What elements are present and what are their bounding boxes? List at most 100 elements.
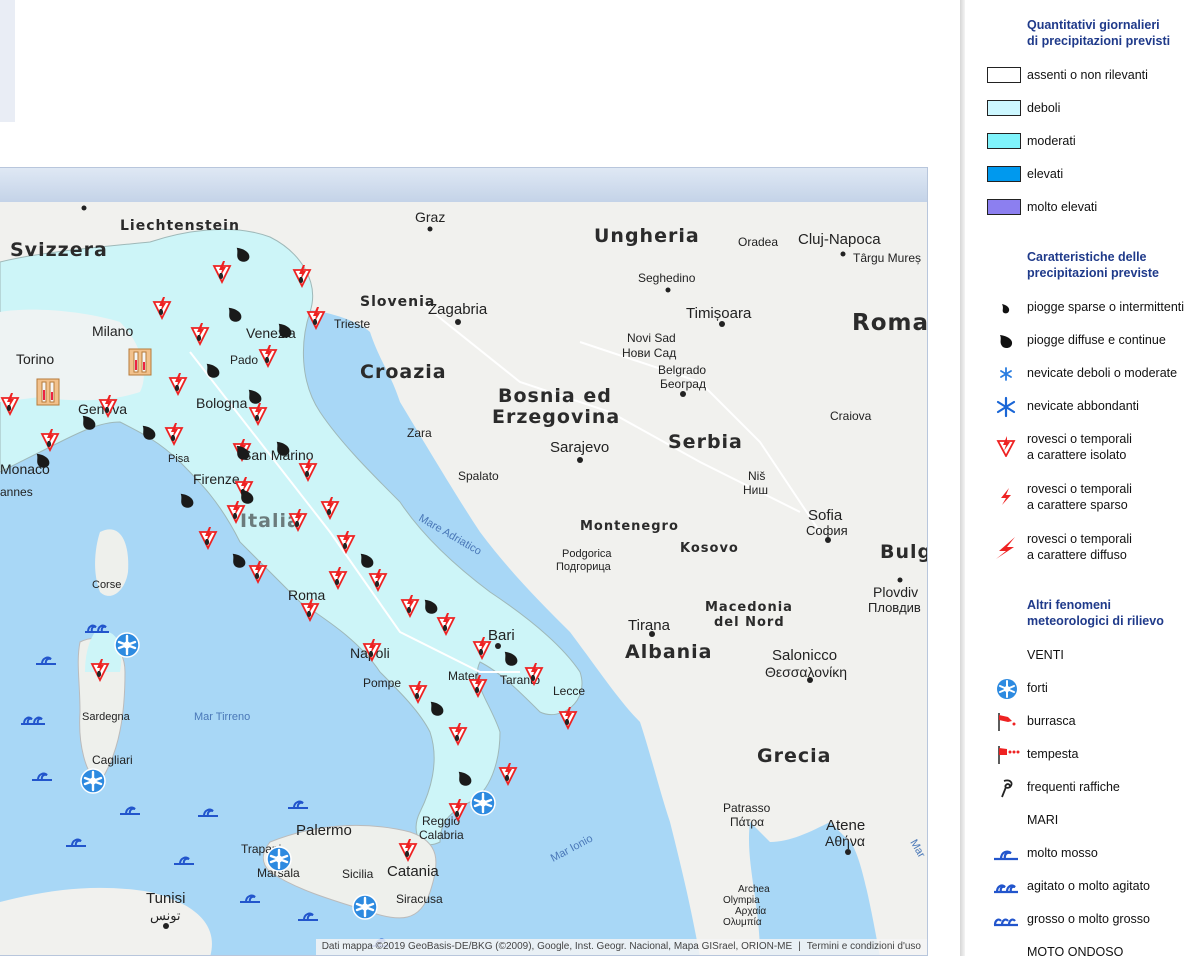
city-oradea: Oradea: [738, 235, 778, 249]
label-grecia: Grecia: [757, 745, 831, 767]
city-nis-1: Niš: [748, 469, 765, 483]
strong-wind-icon: [997, 679, 1017, 699]
legend-row-widespread-rain: piogge diffuse e continue: [985, 332, 1200, 365]
city-reggio-1: Reggio: [422, 814, 460, 828]
city-graz: Graz: [415, 209, 445, 225]
storm-windsock-icon: [998, 746, 1020, 764]
city-siracusa: Siracusa: [396, 892, 443, 906]
attribution-text: Dati mappa ©2019 GeoBasis-DE/BKG (©2009)…: [321, 941, 793, 952]
city-trieste: Trieste: [334, 317, 371, 331]
city-tunisi-2: تونس: [150, 908, 181, 924]
scattered-thunderstorm-icon: [1001, 488, 1011, 505]
city-padova: Pado: [230, 353, 258, 367]
legend-mari-title: MARI: [1027, 813, 1059, 827]
legend-row-weak: deboli: [985, 100, 1200, 133]
city-pisa: Pisa: [168, 453, 190, 465]
city-nis-2: Ниш: [743, 483, 768, 497]
legend-venti-title: VENTI: [1027, 648, 1064, 662]
legend-row-light-snow: nevicate deboli o moderate: [985, 365, 1200, 398]
city-roma: Roma: [288, 587, 326, 603]
legend-row-isolated-storm: rovesci o temporali a carattere isolato: [985, 431, 1200, 481]
sea-tirreno: Mar Tirreno: [194, 711, 250, 723]
city-novisad-1: Novi Sad: [627, 331, 676, 345]
city-belgrado-1: Belgrado: [658, 363, 706, 377]
city-belgrado-2: Београд: [660, 377, 706, 391]
city-salonicco-1: Salonicco: [772, 647, 837, 664]
city-sardegna: Sardegna: [82, 711, 131, 723]
city-sarajevo: Sarajevo: [550, 439, 609, 456]
map-titlebar: [0, 168, 927, 203]
swatch-very-high: [987, 199, 1021, 215]
small-snowflake-icon: [1000, 367, 1012, 381]
label-bulgaria: Bulg: [880, 541, 928, 563]
city-zara: Zara: [407, 426, 432, 440]
city-tirana: Tirana: [628, 617, 671, 634]
map-canvas[interactable]: Svizzera Liechtenstein Ungheria Roma Slo…: [0, 202, 928, 956]
panel-divider: [960, 0, 965, 956]
city-timisoara: Timișoara: [686, 305, 752, 322]
city-lecce: Lecce: [553, 684, 585, 698]
legend-row-rough-sea: molto mosso: [985, 845, 1200, 878]
city-craiova: Craiova: [830, 409, 872, 423]
legend-title-quantities: Quantitativi giornalieri di precipitazion…: [1027, 18, 1171, 48]
legend-row-storm: tempesta: [985, 746, 1200, 779]
city-tunisi-1: Tunisi: [146, 890, 185, 907]
large-snowflake-icon: [996, 396, 1016, 418]
city-archea-3: Αρχαία: [735, 905, 766, 917]
terms-link[interactable]: Termini e condizioni d'uso: [807, 941, 921, 952]
city-cannes: annes: [0, 485, 33, 499]
legend-row-sparse-rain: piogge sparse o intermittenti: [985, 299, 1200, 332]
city-cagliari: Cagliari: [92, 753, 133, 767]
city-archea-4: Ολυμπία: [723, 916, 762, 928]
swatch-high: [987, 166, 1021, 182]
city-bari: Bari: [488, 627, 515, 644]
label-svizzera: Svizzera: [10, 239, 108, 261]
large-raindrop-icon: [1000, 335, 1013, 349]
forecast-map[interactable]: Svizzera Liechtenstein Ungheria Roma Slo…: [0, 167, 928, 956]
legend-row-high-sea: grosso o molto grosso: [985, 911, 1200, 944]
city-plovdiv-1: Plovdiv: [873, 584, 918, 600]
city-sofia-2: София: [806, 523, 848, 538]
legend-row-scattered-storm: rovesci o temporali a carattere sparso: [985, 481, 1200, 531]
high-sea-icon: [993, 918, 1018, 927]
label-bosnia-1: Bosnia ed: [498, 385, 612, 407]
rough-sea-icon: [994, 850, 1018, 861]
city-seghedino: Seghedino: [638, 271, 696, 285]
label-romania: Roma: [852, 310, 928, 336]
legend-row-strong-wind: forti: [985, 679, 1200, 713]
city-podgorica-1: Podgorica: [562, 548, 612, 560]
small-raindrop-icon: [1002, 304, 1010, 314]
city-zagabria: Zagabria: [428, 301, 488, 318]
city-atene-1: Atene: [826, 817, 865, 834]
city-corse: Corse: [92, 579, 121, 591]
city-firenze: Firenze: [193, 471, 240, 487]
swatch-weak: [987, 100, 1021, 116]
label-serbia: Serbia: [668, 431, 743, 453]
label-ungheria: Ungheria: [594, 225, 700, 247]
legend-title-other: Altri fenomeni meteorologici di rilievo: [1027, 598, 1164, 628]
legend-panel: Quantitativi giornalieri di precipitazion…: [985, 0, 1200, 956]
city-patrasso-2: Πάτρα: [730, 815, 764, 829]
legend-row-absent: assenti o non rilevanti: [985, 67, 1200, 100]
city-patrasso-1: Patrasso: [723, 801, 771, 815]
city-sofia-1: Sofia: [808, 507, 843, 524]
legend-row-gale: burrasca: [985, 713, 1200, 746]
swatch-moderate: [987, 133, 1021, 149]
city-atene-2: Αθήνα: [825, 833, 865, 849]
label-albania: Albania: [625, 641, 713, 663]
label-macedonia-1: Macedonia: [705, 600, 793, 615]
label-macedonia-2: del Nord: [714, 615, 785, 630]
very-rough-sea-icon: [994, 884, 1018, 894]
city-pompei: Pompe: [363, 676, 401, 690]
city-archea-1: Archea: [738, 884, 770, 895]
legend-row-very-high: molto elevati: [985, 199, 1200, 232]
city-plovdiv-2: Пловдив: [868, 600, 921, 615]
city-milano: Milano: [92, 323, 133, 339]
label-montenegro: Montenegro: [580, 519, 679, 534]
legend-title-characteristics: Caratteristiche delle precipitazioni prev…: [1027, 250, 1159, 280]
legend-row-heavy-snow: nevicate abbondanti: [985, 396, 1200, 431]
label-bosnia-2: Erzegovina: [492, 406, 620, 428]
city-catania: Catania: [387, 863, 439, 880]
widespread-thunderstorm-icon: [996, 537, 1015, 559]
legend-row-very-rough-sea: agitato o molto agitato: [985, 878, 1200, 911]
